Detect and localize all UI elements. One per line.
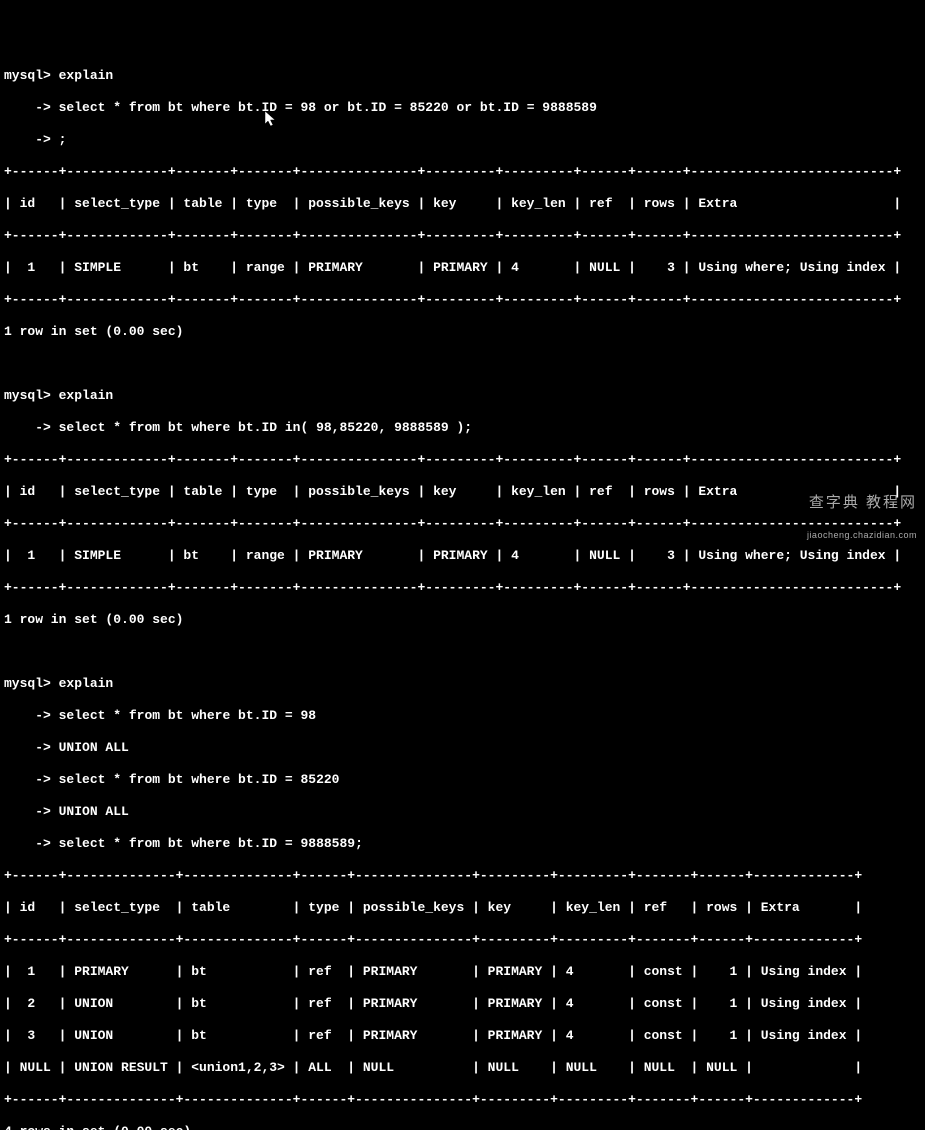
cont-symbol: -> [4, 708, 51, 723]
table-separator: +------+-------------+-------+-------+--… [4, 228, 925, 244]
cont-symbol: -> [4, 804, 51, 819]
table-data-row: | 3 | UNION | bt | ref | PRIMARY | PRIMA… [4, 1028, 925, 1044]
blank-line [4, 356, 925, 372]
result-summary: 1 row in set (0.00 sec) [4, 324, 925, 340]
cont-symbol: -> [4, 740, 51, 755]
cont-symbol: -> [4, 772, 51, 787]
watermark-url: jiaocheng.chazidian.com [800, 527, 917, 543]
table-data-row: | 1 | SIMPLE | bt | range | PRIMARY | PR… [4, 548, 925, 564]
continuation-line: -> UNION ALL [4, 740, 925, 756]
sql-query-1-line-0: explain [59, 68, 114, 83]
table-header-row: | id | select_type | table | type | poss… [4, 900, 925, 916]
table-header-row: | id | select_type | table | type | poss… [4, 196, 925, 212]
sql-query-1-line-1: select * from bt where bt.ID = 98 or bt.… [59, 100, 597, 115]
mysql-prompt[interactable]: mysql> explain [4, 388, 925, 404]
mysql-prompt[interactable]: mysql> explain [4, 676, 925, 692]
table-separator: +------+-------------+-------+-------+--… [4, 516, 925, 532]
table-separator: +------+--------------+--------------+--… [4, 868, 925, 884]
prompt-symbol: mysql> [4, 68, 51, 83]
result-summary: 4 rows in set (0.00 sec) [4, 1124, 925, 1130]
mysql-prompt[interactable]: mysql> explain [4, 68, 925, 84]
cont-symbol: -> [4, 420, 51, 435]
sql-query-3-line-3: select * from bt where bt.ID = 85220 [59, 772, 340, 787]
sql-query-3-line-4: UNION ALL [59, 804, 129, 819]
continuation-line: -> select * from bt where bt.ID = 98 [4, 708, 925, 724]
table-separator: +------+-------------+-------+-------+--… [4, 292, 925, 308]
sql-query-1-line-2: ; [59, 132, 67, 147]
table-data-row: | NULL | UNION RESULT | <union1,2,3> | A… [4, 1060, 925, 1076]
sql-query-3-line-2: UNION ALL [59, 740, 129, 755]
table-separator: +------+-------------+-------+-------+--… [4, 164, 925, 180]
continuation-line: -> select * from bt where bt.ID = 988858… [4, 836, 925, 852]
prompt-symbol: mysql> [4, 388, 51, 403]
table-data-row: | 1 | PRIMARY | bt | ref | PRIMARY | PRI… [4, 964, 925, 980]
cont-symbol: -> [4, 836, 51, 851]
watermark: 查字典 教程网 jiaocheng.chazidian.com [800, 479, 917, 559]
sql-query-3-line-1: select * from bt where bt.ID = 98 [59, 708, 316, 723]
continuation-line: -> select * from bt where bt.ID in( 98,8… [4, 420, 925, 436]
result-summary: 1 row in set (0.00 sec) [4, 612, 925, 628]
continuation-line: -> select * from bt where bt.ID = 98 or … [4, 100, 925, 116]
blank-line [4, 644, 925, 660]
table-header-row: | id | select_type | table | type | poss… [4, 484, 925, 500]
cont-symbol: -> [4, 132, 51, 147]
cont-symbol: -> [4, 100, 51, 115]
sql-query-2-line-0: explain [59, 388, 114, 403]
table-separator: +------+-------------+-------+-------+--… [4, 580, 925, 596]
sql-query-3-line-5: select * from bt where bt.ID = 9888589; [59, 836, 363, 851]
sql-query-2-line-1: select * from bt where bt.ID in( 98,8522… [59, 420, 472, 435]
table-separator: +------+--------------+--------------+--… [4, 1092, 925, 1108]
prompt-symbol: mysql> [4, 676, 51, 691]
watermark-title: 查字典 教程网 [809, 494, 917, 511]
table-data-row: | 1 | SIMPLE | bt | range | PRIMARY | PR… [4, 260, 925, 276]
table-separator: +------+-------------+-------+-------+--… [4, 452, 925, 468]
continuation-line: -> select * from bt where bt.ID = 85220 [4, 772, 925, 788]
continuation-line: -> ; [4, 132, 925, 148]
continuation-line: -> UNION ALL [4, 804, 925, 820]
table-separator: +------+--------------+--------------+--… [4, 932, 925, 948]
sql-query-3-line-0: explain [59, 676, 114, 691]
table-data-row: | 2 | UNION | bt | ref | PRIMARY | PRIMA… [4, 996, 925, 1012]
